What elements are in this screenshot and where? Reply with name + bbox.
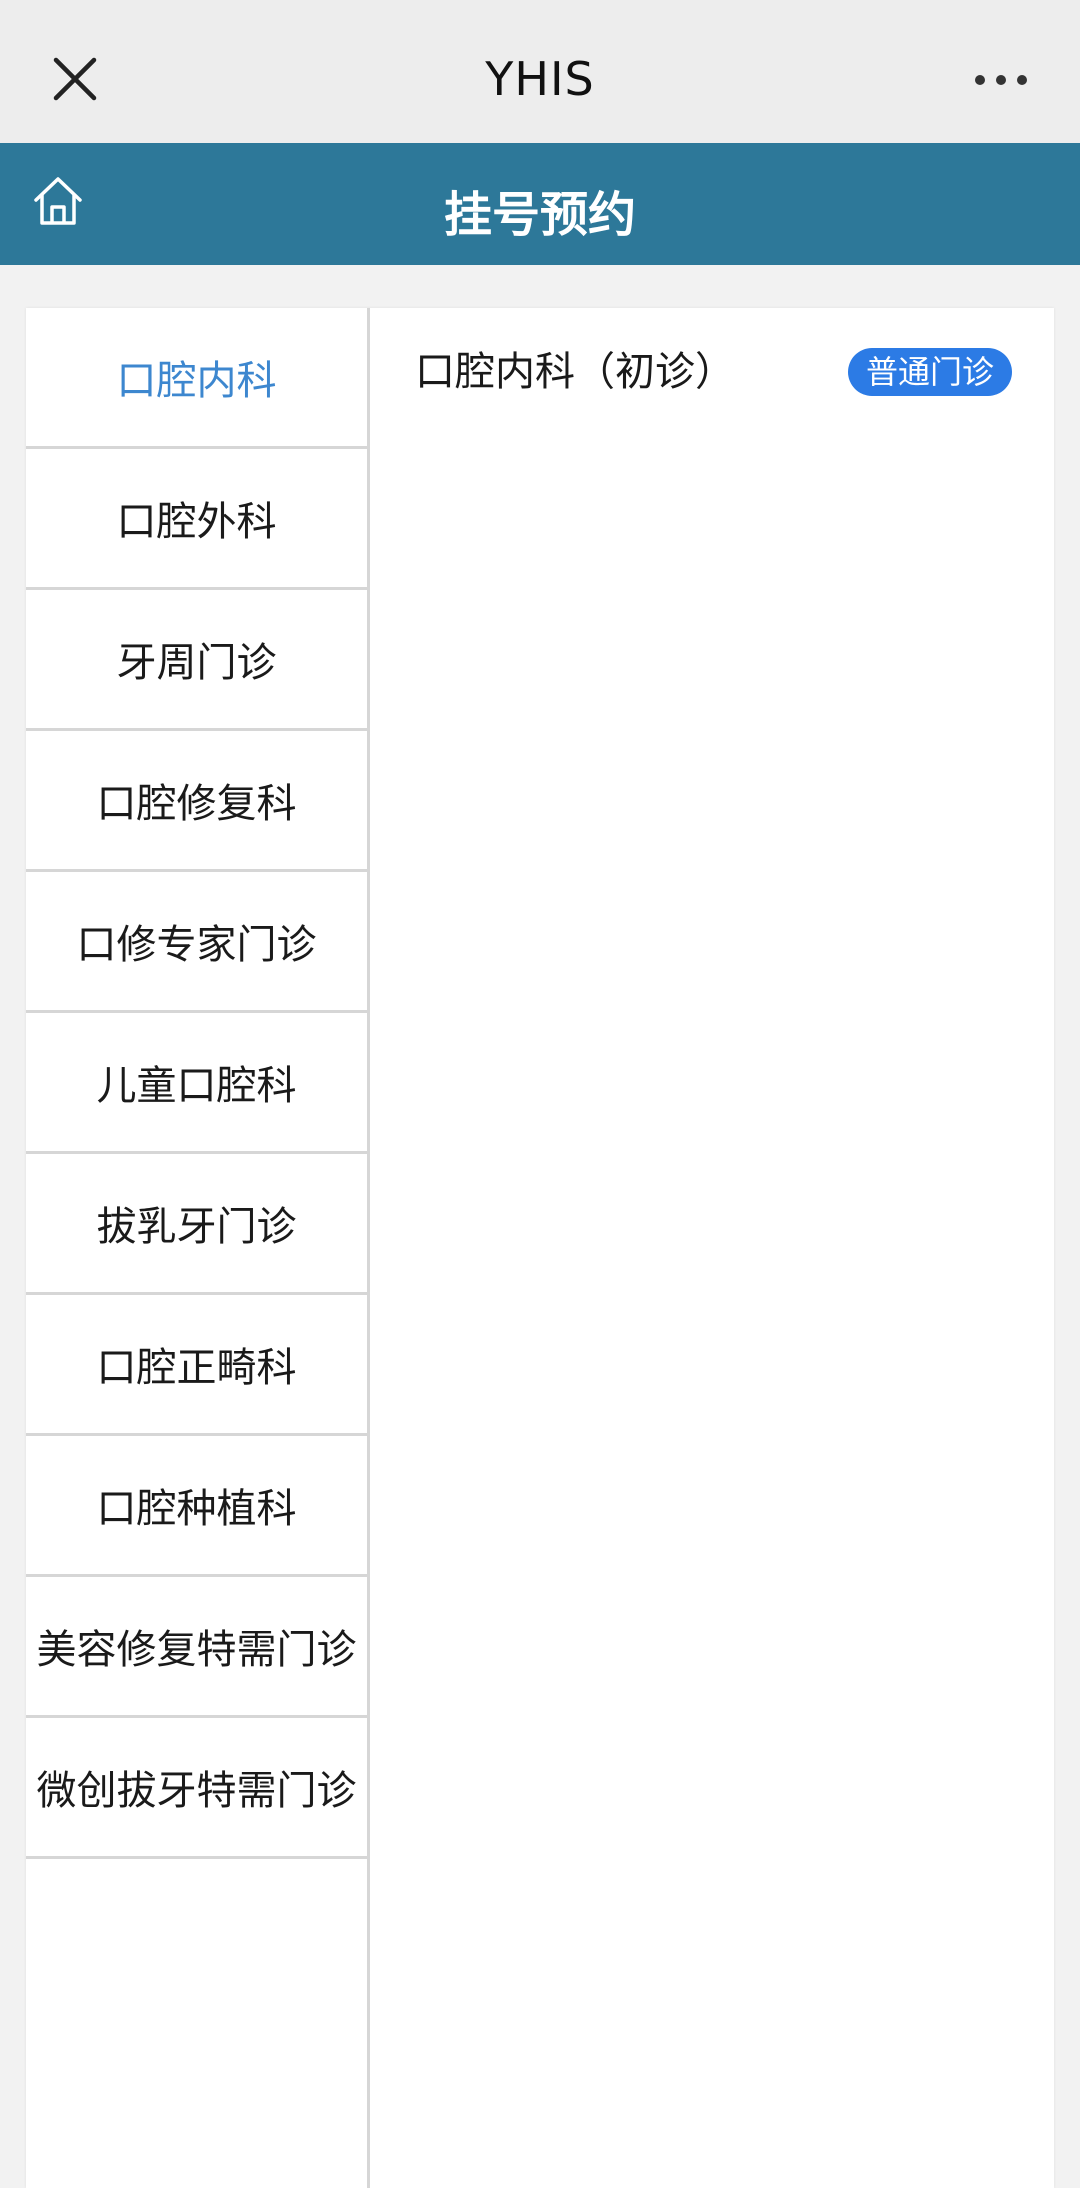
list-item[interactable]: 口腔内科（初诊） 普通门诊 bbox=[373, 344, 1054, 404]
more-icon[interactable] bbox=[974, 74, 1028, 86]
clinic-type-badge: 普通门诊 bbox=[847, 348, 1012, 396]
sidebar-item-prosthodontics[interactable]: 口腔修复科 bbox=[26, 731, 367, 872]
sidebar-item-minimally-invasive-extraction-special[interactable]: 微创拔牙特需门诊 bbox=[26, 1718, 367, 1859]
sidebar-item-pediatric-dentistry[interactable]: 儿童口腔科 bbox=[26, 1013, 367, 1154]
page-header: 挂号预约 bbox=[0, 143, 1080, 265]
clinic-list: 口腔内科（初诊） 普通门诊 bbox=[373, 308, 1054, 2188]
sidebar-item-implantology[interactable]: 口腔种植科 bbox=[26, 1436, 367, 1577]
sidebar-item-periodontics[interactable]: 牙周门诊 bbox=[26, 590, 367, 731]
window-title: YHIS bbox=[485, 52, 595, 106]
sidebar-item-baby-tooth-extraction[interactable]: 拔乳牙门诊 bbox=[26, 1154, 367, 1295]
clinic-name: 口腔内科（初诊） bbox=[415, 349, 735, 395]
top-bar: YHIS bbox=[0, 0, 1080, 143]
sidebar-item-oral-medicine[interactable]: 口腔内科 bbox=[26, 308, 367, 449]
sidebar-item-orthodontics[interactable]: 口腔正畸科 bbox=[26, 1295, 367, 1436]
sidebar-item-oral-surgery[interactable]: 口腔外科 bbox=[26, 449, 367, 590]
department-sidebar: 口腔内科 口腔外科 牙周门诊 口腔修复科 口修专家门诊 儿童口腔科 拔乳牙门诊 … bbox=[26, 308, 370, 2188]
department-panel: 口腔内科 口腔外科 牙周门诊 口腔修复科 口修专家门诊 儿童口腔科 拔乳牙门诊 … bbox=[26, 308, 1054, 2188]
sidebar-item-prosthodontics-expert[interactable]: 口修专家门诊 bbox=[26, 872, 367, 1013]
page-title: 挂号预约 bbox=[443, 187, 636, 243]
sidebar-item-cosmetic-restoration-special[interactable]: 美容修复特需门诊 bbox=[26, 1577, 367, 1718]
